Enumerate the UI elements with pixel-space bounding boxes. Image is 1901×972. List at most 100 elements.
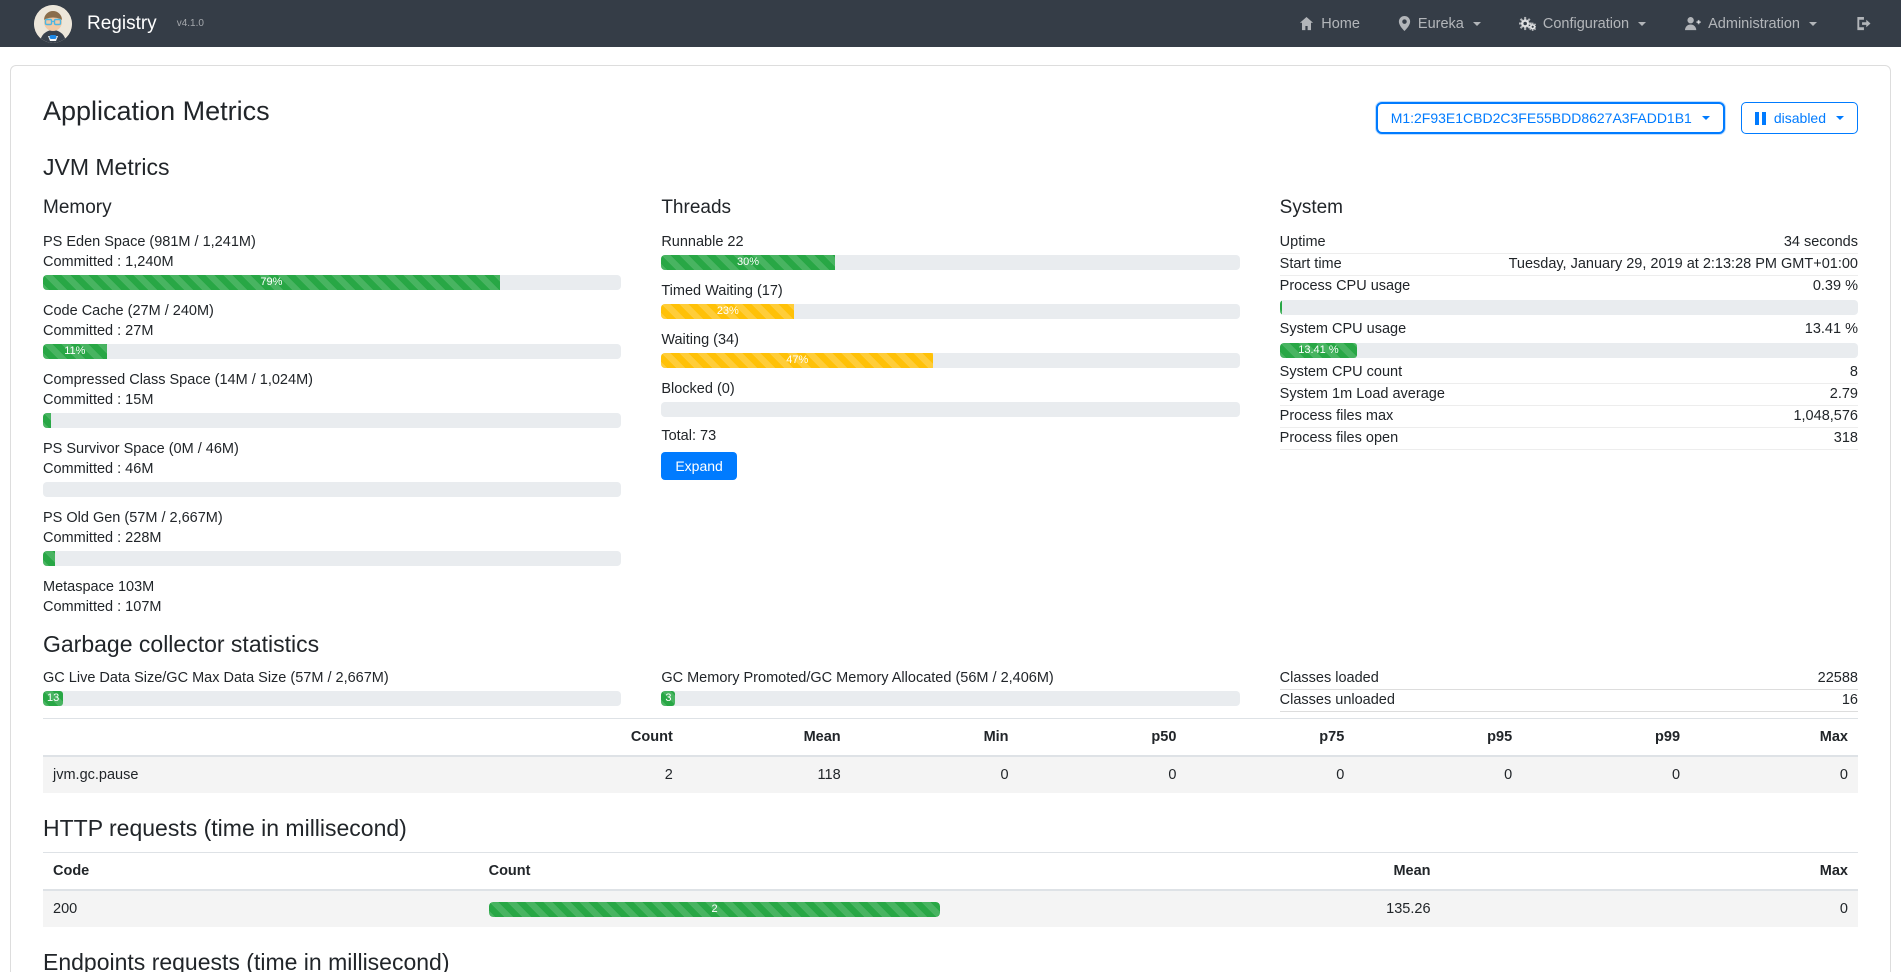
http-col-max: Max bbox=[1441, 853, 1858, 891]
thread-progress-bar: 30% bbox=[661, 255, 1239, 270]
classes-loaded-row: Classes loaded 22588 bbox=[1280, 668, 1858, 690]
http-requests-table: Code Count Mean Max 200 2 135.26 0 bbox=[43, 852, 1858, 927]
gc-col-count: Count bbox=[515, 719, 683, 757]
system-row-label: Uptime bbox=[1280, 234, 1326, 250]
memory-heading: Memory bbox=[43, 197, 621, 219]
system-row-label: Process CPU usage bbox=[1280, 278, 1411, 294]
gc-col-min: Min bbox=[851, 719, 1019, 757]
navbar-menu: Home Eureka bbox=[1299, 16, 1871, 32]
thread-progress-bar: 47% bbox=[661, 353, 1239, 368]
process-cpu-progress-bar bbox=[1280, 300, 1858, 315]
system-row-value: 8 bbox=[1850, 364, 1858, 380]
system-cpu-progress-bar: 13.41 % bbox=[1280, 343, 1858, 358]
system-row: Process files max 1,048,576 bbox=[1280, 406, 1858, 428]
brand[interactable]: Registry v4.1.0 bbox=[34, 5, 204, 43]
system-row-label: System CPU usage bbox=[1280, 321, 1407, 337]
http-count-progress-bar: 2 bbox=[489, 902, 941, 917]
thread-entry: Waiting (34) 47% bbox=[661, 330, 1239, 368]
chevron-down-icon bbox=[1473, 22, 1481, 26]
pause-icon bbox=[1755, 112, 1766, 125]
system-row-value: 13.41 % bbox=[1805, 321, 1858, 337]
thread-entry-name: Timed Waiting (17) bbox=[661, 281, 1239, 301]
refresh-rate-label: disabled bbox=[1774, 110, 1826, 126]
thread-progress-bar bbox=[661, 402, 1239, 417]
system-row-value: Tuesday, January 29, 2019 at 2:13:28 PM … bbox=[1509, 256, 1858, 272]
system-row-value: 2.79 bbox=[1830, 386, 1858, 402]
system-row: Uptime 34 seconds bbox=[1280, 232, 1858, 254]
instance-selector-dropdown[interactable]: M1:2F93E1CBD2C3FE55BDD8627A3FADD1B1 bbox=[1376, 102, 1725, 134]
gc-heading: Garbage collector statistics bbox=[43, 631, 1858, 658]
gc-col-p95: p95 bbox=[1354, 719, 1522, 757]
cogs-icon bbox=[1519, 16, 1536, 31]
classes-row-label: Classes unloaded bbox=[1280, 692, 1395, 708]
jvm-metrics-heading: JVM Metrics bbox=[43, 154, 1858, 181]
nav-item-eureka[interactable]: Eureka bbox=[1398, 16, 1481, 32]
nav-item-label: Administration bbox=[1708, 16, 1800, 32]
brand-name: Registry bbox=[87, 13, 157, 35]
gc-col-mean: Mean bbox=[683, 719, 851, 757]
memory-column: Memory PS Eden Space (981M / 1,241M) Com… bbox=[43, 191, 621, 617]
home-icon bbox=[1299, 16, 1314, 31]
classes-row-value: 16 bbox=[1842, 692, 1858, 708]
classes-row-value: 22588 bbox=[1818, 670, 1858, 686]
http-requests-heading: HTTP requests (time in millisecond) bbox=[43, 815, 1858, 842]
gc-live-progress-bar: 13 bbox=[43, 691, 621, 706]
nav-item-administration[interactable]: Administration bbox=[1684, 16, 1817, 32]
registry-avatar-logo bbox=[34, 5, 72, 43]
system-row-value: 1,048,576 bbox=[1793, 408, 1858, 424]
threads-column: Threads Runnable 22 30% Timed Waiting (1… bbox=[661, 191, 1239, 617]
system-column: System Uptime 34 seconds Start time Tues… bbox=[1280, 191, 1858, 617]
system-row: System 1m Load average 2.79 bbox=[1280, 384, 1858, 406]
memory-entry-name: PS Old Gen (57M / 2,667M) bbox=[43, 508, 621, 528]
nav-item-home[interactable]: Home bbox=[1299, 16, 1360, 32]
nav-item-label: Home bbox=[1321, 16, 1360, 32]
nav-item-label: Eureka bbox=[1418, 16, 1464, 32]
memory-entry-name: Compressed Class Space (14M / 1,024M) bbox=[43, 370, 621, 390]
endpoints-requests-heading: Endpoints requests (time in millisecond) bbox=[43, 949, 1858, 972]
metrics-card: Application Metrics M1:2F93E1CBD2C3FE55B… bbox=[10, 65, 1891, 972]
memory-entry: Metaspace 103M Committed : 107M bbox=[43, 577, 621, 617]
memory-entry-committed: Committed : 228M bbox=[43, 528, 621, 548]
user-plus-icon bbox=[1684, 16, 1701, 31]
thread-entry: Runnable 22 30% bbox=[661, 232, 1239, 270]
http-table-header-row: Code Count Mean Max bbox=[43, 853, 1858, 891]
chevron-down-icon bbox=[1809, 22, 1817, 26]
system-row-value: 318 bbox=[1834, 430, 1858, 446]
top-navbar: Registry v4.1.0 Home Eureka bbox=[0, 0, 1901, 47]
nav-item-configuration[interactable]: Configuration bbox=[1519, 16, 1646, 32]
classes-row-label: Classes loaded bbox=[1280, 670, 1379, 686]
memory-entry-name: PS Eden Space (981M / 1,241M) bbox=[43, 232, 621, 252]
chevron-down-icon bbox=[1836, 116, 1844, 120]
thread-entry-name: Runnable 22 bbox=[661, 232, 1239, 252]
http-col-code: Code bbox=[43, 853, 479, 891]
memory-progress-bar: 11% bbox=[43, 344, 621, 359]
memory-entry-committed: Committed : 27M bbox=[43, 321, 621, 341]
thread-entry-name: Blocked (0) bbox=[661, 379, 1239, 399]
threads-total: Total: 73 bbox=[661, 428, 1239, 444]
http-col-mean: Mean bbox=[950, 853, 1440, 891]
memory-entry: Code Cache (27M / 240M) Committed : 27M … bbox=[43, 301, 621, 359]
gc-live-data-column: GC Live Data Size/GC Max Data Size (57M … bbox=[43, 668, 621, 712]
gc-table-header-row: Count Mean Min p50 p75 p95 p99 Max bbox=[43, 719, 1858, 757]
gc-col-name bbox=[43, 719, 515, 757]
gc-classes-column: Classes loaded 22588 Classes unloaded 16 bbox=[1280, 668, 1858, 712]
expand-button[interactable]: Expand bbox=[661, 452, 736, 480]
thread-progress-bar: 23% bbox=[661, 304, 1239, 319]
memory-progress-bar: 79% bbox=[43, 275, 621, 290]
system-row-label: Start time bbox=[1280, 256, 1342, 272]
gc-col-p75: p75 bbox=[1186, 719, 1354, 757]
nav-item-logout[interactable] bbox=[1855, 16, 1871, 31]
chevron-down-icon bbox=[1702, 116, 1710, 120]
thread-entry: Blocked (0) bbox=[661, 379, 1239, 417]
threads-heading: Threads bbox=[661, 197, 1239, 219]
gc-bar-name: GC Memory Promoted/GC Memory Allocated (… bbox=[661, 668, 1239, 688]
chevron-down-icon bbox=[1638, 22, 1646, 26]
memory-entry-committed: Committed : 107M bbox=[43, 597, 621, 617]
system-row: Start time Tuesday, January 29, 2019 at … bbox=[1280, 254, 1858, 276]
thread-entry-name: Waiting (34) bbox=[661, 330, 1239, 350]
gc-pause-table: Count Mean Min p50 p75 p95 p99 Max jvm.g… bbox=[43, 718, 1858, 793]
map-marker-icon bbox=[1398, 16, 1411, 31]
memory-entry: PS Eden Space (981M / 1,241M) Committed … bbox=[43, 232, 621, 290]
refresh-rate-dropdown[interactable]: disabled bbox=[1741, 102, 1858, 134]
system-row-label: System CPU count bbox=[1280, 364, 1403, 380]
